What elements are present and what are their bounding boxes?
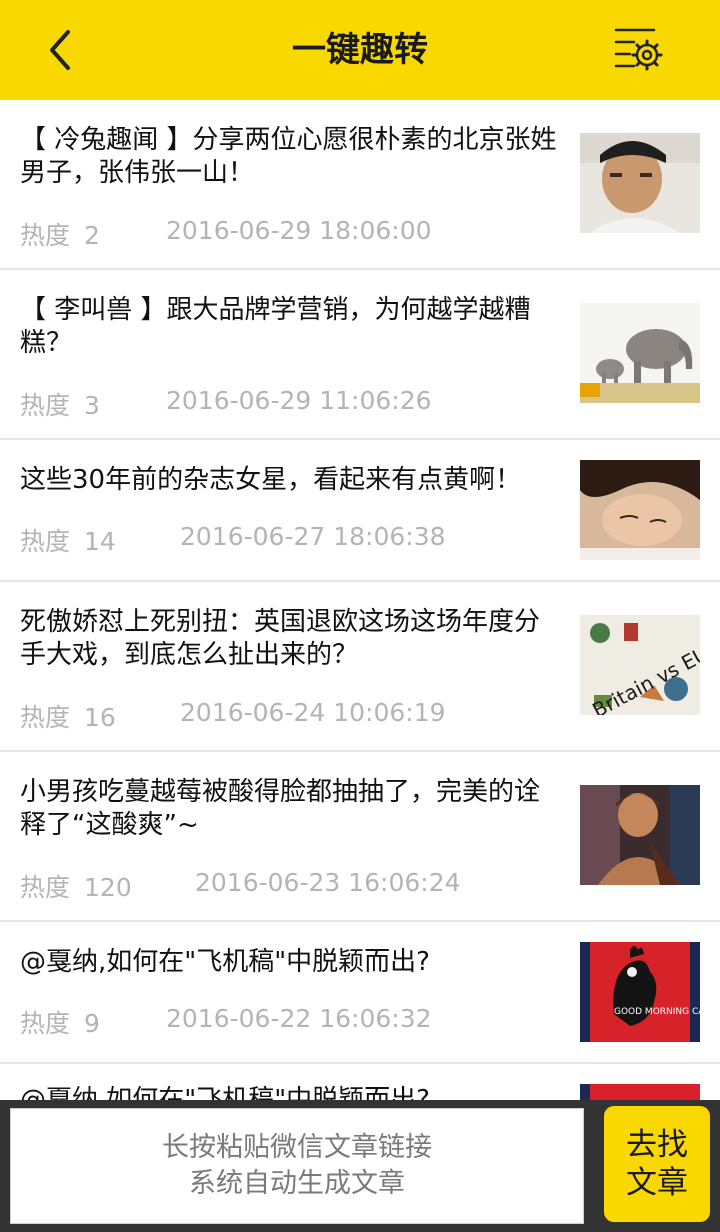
article-thumbnail: GOOD MORNING CANNES xyxy=(580,942,700,1042)
article-meta: 热度 2 2016-06-29 18:06:00 xyxy=(20,216,432,252)
heat-label: 热度 xyxy=(20,1009,71,1038)
find-button-line2: 文章 xyxy=(626,1165,688,1201)
heat-value: 14 xyxy=(84,527,116,556)
article-item[interactable]: 【 冷兔趣闻 】分享两位心愿很朴素的北京张姓男子，张伟张一山！ 热度 2 2016… xyxy=(0,100,720,270)
article-item[interactable]: 死傲娇怼上死别扭：英国退欧这场这场年度分手大戏，到底怎么扯出来的？ 热度 16 2… xyxy=(0,582,720,752)
article-title: 【 李叫兽 】跟大品牌学营销，为何越学越糟糕？ xyxy=(20,295,531,358)
article-date: 2016-06-27 18:06:38 xyxy=(180,522,446,551)
article-meta: 热度 120 2016-06-23 16:06:24 xyxy=(20,868,461,904)
article-item[interactable]: 小男孩吃蔓越莓被酸得脸都抽抽了，完美的诠释了“这酸爽”~ 热度 120 2016-… xyxy=(0,752,720,922)
article-date: 2016-06-23 16:06:24 xyxy=(195,868,461,897)
paste-hint-line1: 长按粘贴微信文章链接 xyxy=(162,1132,432,1163)
article-date: 2016-06-29 18:06:00 xyxy=(166,216,432,245)
find-article-button[interactable]: 去找 文章 xyxy=(604,1106,710,1222)
heat-value: 2 xyxy=(84,221,100,250)
article-title: 死傲娇怼上死别扭：英国退欧这场这场年度分手大戏，到底怎么扯出来的？ xyxy=(20,607,541,670)
settings-button[interactable] xyxy=(606,20,670,80)
article-title: 这些30年前的杂志女星，看起来有点黄啊！ xyxy=(20,465,522,495)
bottom-bar: 长按粘贴微信文章链接 系统自动生成文章 去找 文章 xyxy=(0,1100,720,1232)
heat-label: 热度 xyxy=(20,391,71,420)
article-thumbnail xyxy=(580,133,700,233)
list-settings-icon xyxy=(614,28,663,71)
article-title: 【 冷兔趣闻 】分享两位心愿很朴素的北京张姓男子，张伟张一山！ xyxy=(20,125,557,188)
back-button[interactable] xyxy=(30,20,90,80)
article-thumbnail: Britain vs EU xyxy=(580,615,700,715)
article-list[interactable]: 【 冷兔趣闻 】分享两位心愿很朴素的北京张姓男子，张伟张一山！ 热度 2 2016… xyxy=(0,100,720,1100)
article-meta: 热度 9 2016-06-22 16:06:32 xyxy=(20,1004,432,1040)
article-thumbnail xyxy=(580,460,700,560)
article-title: 小男孩吃蔓越莓被酸得脸都抽抽了，完美的诠释了“这酸爽”~ xyxy=(20,777,541,840)
article-title: @戛纳,如何在"飞机稿"中脱颖而出? xyxy=(20,947,430,977)
heat-label: 热度 xyxy=(20,527,71,556)
heat-value: 16 xyxy=(84,703,116,732)
top-header: 一键趣转 xyxy=(0,0,720,100)
paste-hint-line2: 系统自动生成文章 xyxy=(189,1168,405,1199)
heat-value: 3 xyxy=(84,391,100,420)
article-date: 2016-06-22 16:06:32 xyxy=(166,1004,432,1033)
article-date: 2016-06-24 10:06:19 xyxy=(180,698,446,727)
article-thumbnail xyxy=(580,785,700,885)
article-meta: 热度 14 2016-06-27 18:06:38 xyxy=(20,522,446,558)
heat-value: 120 xyxy=(84,873,132,902)
heat-label: 热度 xyxy=(20,703,71,732)
thumbnail-caption: GOOD MORNING CANNES xyxy=(614,1007,700,1017)
article-thumbnail xyxy=(580,1084,700,1100)
article-title: @戛纳,如何在"飞机稿"中脱颖而出? xyxy=(20,1085,430,1100)
article-item[interactable]: 这些30年前的杂志女星，看起来有点黄啊！ 热度 14 2016-06-27 18:… xyxy=(0,440,720,582)
article-meta: 热度 3 2016-06-29 11:06:26 xyxy=(20,386,432,422)
article-item[interactable]: 【 李叫兽 】跟大品牌学营销，为何越学越糟糕？ 热度 3 2016-06-29 1… xyxy=(0,270,720,440)
paste-link-area[interactable]: 长按粘贴微信文章链接 系统自动生成文章 xyxy=(10,1108,584,1224)
article-date: 2016-06-29 11:06:26 xyxy=(166,386,432,415)
heat-label: 热度 xyxy=(20,221,71,250)
heat-value: 9 xyxy=(84,1009,100,1038)
article-item[interactable]: @戛纳,如何在"飞机稿"中脱颖而出? xyxy=(0,1064,720,1100)
chevron-left-icon xyxy=(50,30,70,70)
heat-label: 热度 xyxy=(20,873,71,902)
article-meta: 热度 16 2016-06-24 10:06:19 xyxy=(20,698,446,734)
article-item[interactable]: @戛纳,如何在"飞机稿"中脱颖而出? 热度 9 2016-06-22 16:06:… xyxy=(0,922,720,1064)
find-button-line1: 去找 xyxy=(626,1127,688,1163)
article-thumbnail xyxy=(580,303,700,403)
